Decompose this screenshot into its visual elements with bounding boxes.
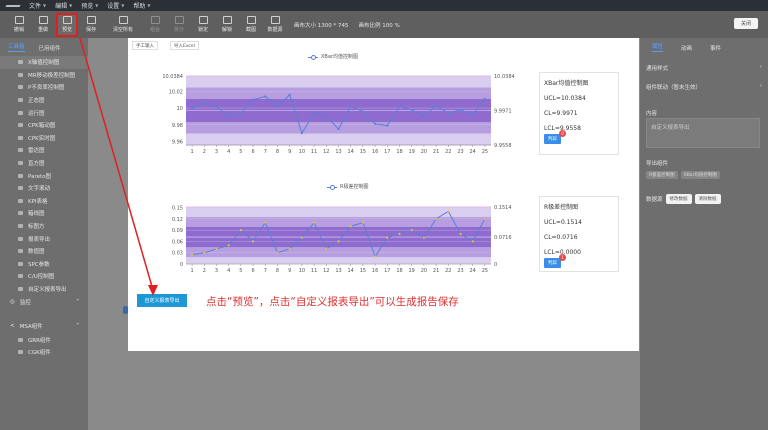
- annotation-arrow: [79, 37, 158, 296]
